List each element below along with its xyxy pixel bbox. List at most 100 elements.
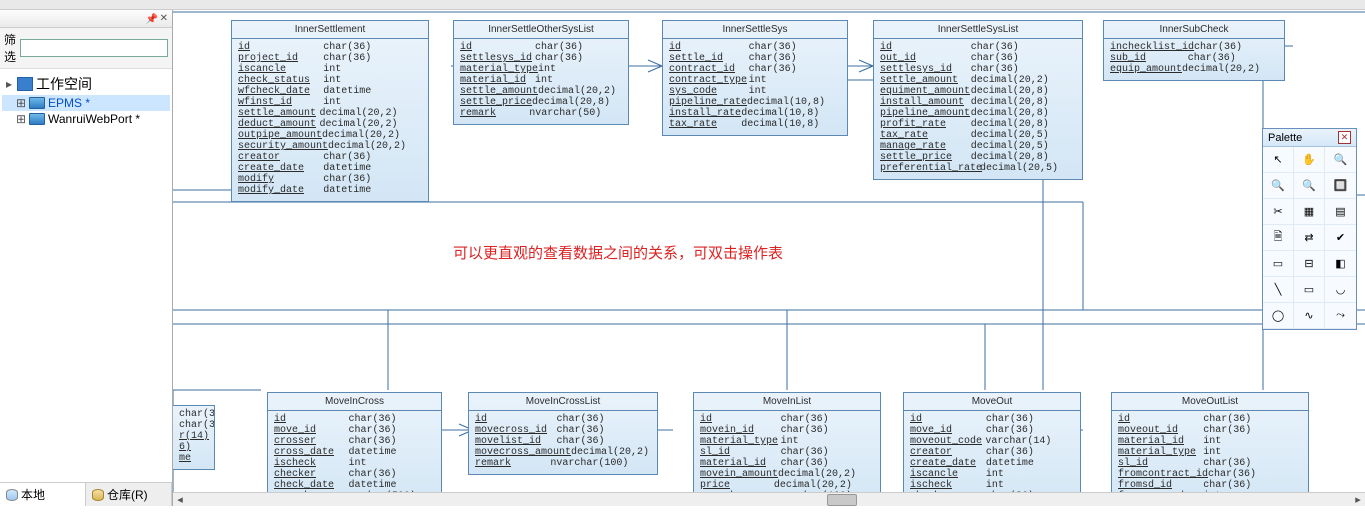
tool-grid-icon[interactable]: ▤: [1325, 199, 1356, 225]
tool-check-icon[interactable]: ✔: [1325, 225, 1356, 251]
entity-column: movein_idchar(36): [700, 425, 874, 436]
tree-root-workspace[interactable]: ▸ 工作空间: [2, 73, 170, 95]
tool-doc-icon[interactable]: 🗎: [1263, 225, 1294, 251]
entity-column: iscancleint: [910, 469, 1074, 480]
scroll-track[interactable]: [187, 493, 1351, 507]
expand-icon[interactable]: ⊞: [16, 112, 26, 126]
entity-column: settle_pricedecimal(20,8): [460, 97, 622, 108]
entity-column: movecross_amountdecimal(20,2): [475, 447, 651, 458]
tool-zoom-fit-icon[interactable]: 🔍: [1294, 173, 1325, 199]
entity-column: project_idchar(36): [238, 53, 422, 64]
tool-arc-icon[interactable]: ◡: [1325, 277, 1356, 303]
entity-body: idchar(36)out_idchar(36)settlesys_idchar…: [874, 39, 1082, 179]
tool-line-icon[interactable]: ╲: [1263, 277, 1294, 303]
expand-icon[interactable]: ▸: [4, 77, 14, 91]
entity-MoveInCross[interactable]: MoveInCrossidchar(36)move_idchar(36)cros…: [267, 392, 442, 506]
entity-column: pipeline_ratedecimal(10,8): [669, 97, 841, 108]
tool-curve-icon[interactable]: ⤳: [1325, 303, 1356, 329]
entity-column: idchar(36): [880, 42, 1076, 53]
h-scrollbar[interactable]: ◂ ▸: [173, 492, 1365, 506]
entity-column: settle_pricedecimal(20,8): [880, 152, 1076, 163]
tool-pointer-icon[interactable]: ↖: [1263, 147, 1294, 173]
palette-title: Palette: [1268, 132, 1302, 144]
entity-column: idchar(36): [238, 42, 422, 53]
palette-title-bar[interactable]: Palette ✕: [1263, 129, 1356, 147]
repo-icon: [92, 489, 104, 501]
entity-column: contract_typeint: [669, 75, 841, 86]
tool-cut-icon[interactable]: ✂: [1263, 199, 1294, 225]
tool-view-icon[interactable]: ◧: [1325, 251, 1356, 277]
entity-column: equip_amountdecimal(20,2): [1110, 64, 1278, 75]
entity-column: wfcheck_datedatetime: [238, 86, 422, 97]
entity-column: contract_idchar(36): [669, 64, 841, 75]
entity-title: MoveInCrossList: [469, 393, 657, 411]
palette-panel[interactable]: Palette ✕ ↖ ✋ 🔍 🔍 🔍 🔲 ✂ ▦ ▤ 🗎 ⇄ ✔ ▭ ⊟ ◧ …: [1262, 128, 1357, 330]
pin-icon[interactable]: 📌: [146, 14, 156, 24]
entity-column: fromsd_idchar(36): [1118, 480, 1302, 491]
entity-title: MoveOut: [904, 393, 1080, 411]
entity-column: remarknvarchar(100): [475, 458, 651, 469]
tree-node-epms[interactable]: ⊞ EPMS *: [2, 95, 170, 111]
entity-column: modify_datedatetime: [238, 185, 422, 196]
entity-cut-left[interactable]: char(36)char(36)r(14)6)me: [173, 405, 215, 470]
entity-title: InnerSettlement: [232, 21, 428, 39]
entity-InnerSettleOtherSysList[interactable]: InnerSettleOtherSysListidchar(36)settles…: [453, 20, 629, 125]
tool-entity-icon[interactable]: ▭: [1263, 251, 1294, 277]
tree-node-wanrui[interactable]: ⊞ WanruiWebPort *: [2, 111, 170, 127]
tree-label: 工作空间: [36, 74, 92, 94]
palette-close-icon[interactable]: ✕: [1338, 131, 1351, 144]
entity-body: idchar(36)movecross_idchar(36)movelist_i…: [469, 411, 657, 474]
entity-MoveOutList[interactable]: MoveOutListidchar(36)moveout_idchar(36)m…: [1111, 392, 1309, 506]
diagram-canvas[interactable]: InnerSettlementidchar(36)project_idchar(…: [173, 10, 1365, 506]
tool-table-icon[interactable]: ▦: [1294, 199, 1325, 225]
entity-MoveInCrossList[interactable]: MoveInCrossListidchar(36)movecross_idcha…: [468, 392, 658, 475]
scroll-thumb[interactable]: [827, 494, 857, 506]
entity-title: InnerSettleSys: [663, 21, 847, 39]
entity-MoveInList[interactable]: MoveInListidchar(36)movein_idchar(36)mat…: [693, 392, 881, 506]
tool-zoom-out-icon[interactable]: 🔍: [1263, 173, 1294, 199]
filter-input[interactable]: [20, 39, 168, 57]
entity-column: create_datedatetime: [910, 458, 1074, 469]
tool-hand-icon[interactable]: ✋: [1294, 147, 1325, 173]
entity-column: idchar(36): [910, 414, 1074, 425]
entity-column: cross_datedatetime: [274, 447, 435, 458]
entity-column: idchar(36): [1118, 414, 1302, 425]
entity-MoveOut[interactable]: MoveOutidchar(36)move_idchar(36)moveout_…: [903, 392, 1081, 506]
entity-InnerSettleSysList[interactable]: InnerSettleSysListidchar(36)out_idchar(3…: [873, 20, 1083, 180]
workspace-icon: [17, 77, 33, 91]
entity-column: char(36): [179, 420, 208, 431]
entity-InnerSettleSys[interactable]: InnerSettleSysidchar(36)settle_idchar(36…: [662, 20, 848, 136]
entity-column: me: [179, 453, 208, 464]
entity-column: creatorchar(36): [238, 152, 422, 163]
entity-column: material_idint: [460, 75, 622, 86]
scroll-left-icon[interactable]: ◂: [173, 493, 187, 507]
entity-column: material_idchar(36): [700, 458, 874, 469]
tool-zoom-in-icon[interactable]: 🔍: [1325, 147, 1356, 173]
close-icon[interactable]: ✕: [160, 13, 168, 24]
model-icon: [29, 97, 45, 109]
tool-rel-icon[interactable]: ⊟: [1294, 251, 1325, 277]
entity-column: r(14): [179, 431, 208, 442]
entity-column: movein_amountdecimal(20,2): [700, 469, 874, 480]
tool-link-icon[interactable]: ⇄: [1294, 225, 1325, 251]
tab-repo[interactable]: 仓库(R): [86, 483, 172, 506]
entity-column: settle_amountdecimal(20,2): [460, 86, 622, 97]
entity-column: install_amountdecimal(20,8): [880, 97, 1076, 108]
entity-column: settle_amountdecimal(20,2): [238, 108, 422, 119]
tool-poly-icon[interactable]: ∿: [1294, 303, 1325, 329]
entity-column: sub_idchar(36): [1110, 53, 1278, 64]
tool-ellipse-icon[interactable]: ◯: [1263, 303, 1294, 329]
entity-InnerSubCheck[interactable]: InnerSubCheckinchecklist_idchar(36)sub_i…: [1103, 20, 1285, 81]
entity-column: material_typeint: [1118, 447, 1302, 458]
entity-column: idchar(36): [700, 414, 874, 425]
entity-column: pricedecimal(20,2): [700, 480, 874, 491]
entity-InnerSettlement[interactable]: InnerSettlement idchar(36)project_idchar(…: [231, 20, 429, 202]
entity-body: idchar(36)settlesys_idchar(36)material_t…: [454, 39, 628, 124]
tool-zoom-area-icon[interactable]: 🔲: [1325, 173, 1356, 199]
tool-rect-icon[interactable]: ▭: [1294, 277, 1325, 303]
tab-local[interactable]: 本地: [0, 483, 86, 506]
entity-column: profit_ratedecimal(20,8): [880, 119, 1076, 130]
scroll-right-icon[interactable]: ▸: [1351, 493, 1365, 507]
expand-icon[interactable]: ⊞: [16, 96, 26, 110]
entity-column: checkerchar(36): [274, 469, 435, 480]
